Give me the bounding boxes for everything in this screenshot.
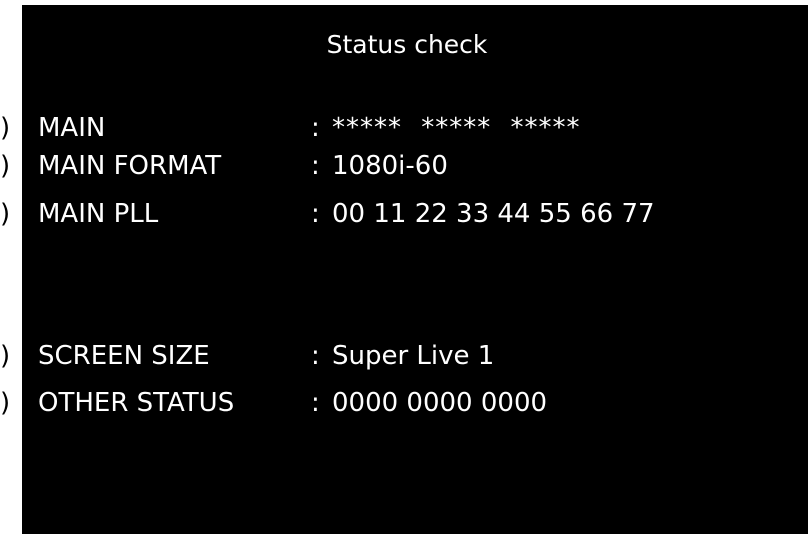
screen-size-value: Super Live 1 (332, 341, 495, 371)
row-marker-screen-size: ) (0, 341, 11, 371)
other-status-separator: : (311, 388, 320, 418)
row-marker-main-format: ) (0, 151, 11, 181)
main-format-separator: : (311, 151, 320, 181)
row-marker-other-status: ) (0, 388, 11, 418)
screen-size-separator: : (311, 341, 320, 371)
main-pll-value: 00 11 22 33 44 55 66 77 (332, 199, 655, 229)
other-status-label: OTHER STATUS (38, 388, 235, 418)
status-check-screen: Status check MAIN : ***** ***** ***** MA… (22, 5, 808, 534)
main-label: MAIN (38, 113, 106, 143)
main-pll-separator: : (311, 199, 320, 229)
main-format-value: 1080i-60 (332, 151, 448, 181)
main-value: ***** ***** ***** (332, 113, 581, 143)
main-pll-label: MAIN PLL (38, 199, 159, 229)
other-status-value: 0000 0000 0000 (332, 388, 548, 418)
main-format-label: MAIN FORMAT (38, 151, 222, 181)
row-marker-main-pll: ) (0, 199, 11, 229)
screen-size-label: SCREEN SIZE (38, 341, 210, 371)
main-separator: : (311, 113, 320, 143)
screen-title: Status check (326, 30, 488, 59)
row-marker-main: ) (0, 113, 11, 143)
